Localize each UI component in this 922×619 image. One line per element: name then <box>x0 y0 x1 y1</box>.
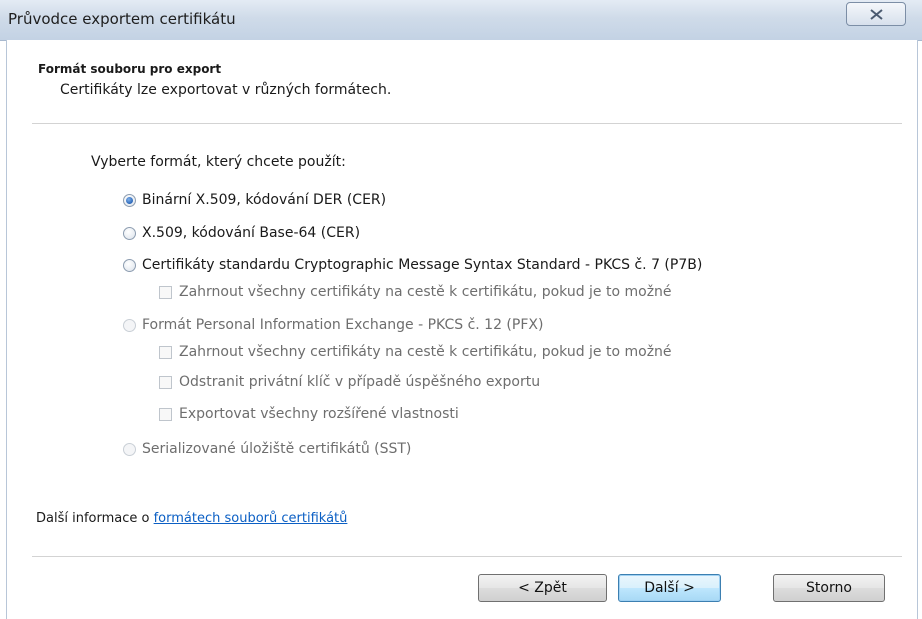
option-sst-label: Serializované úložiště certifikátů (SST) <box>142 441 412 457</box>
radio-p7b[interactable] <box>123 258 136 272</box>
check-pfx-include-all-box[interactable] <box>159 345 172 359</box>
header-divider <box>32 123 902 124</box>
check-pfx-delete-key-box[interactable] <box>159 375 172 389</box>
pfx-delete-key-label: Odstranit privátní klíč v případě úspěšn… <box>179 374 541 390</box>
window-title: Průvodce exportem certifikátu <box>8 10 236 28</box>
option-der[interactable]: Binární X.509, kódování DER (CER) <box>123 192 386 208</box>
footer-divider <box>32 556 902 557</box>
format-prompt: Vyberte formát, který chcete použít: <box>91 154 346 170</box>
cancel-button[interactable]: Storno <box>773 574 885 602</box>
option-p7b-label: Certifikáty standardu Cryptographic Mess… <box>142 257 703 273</box>
check-p7b-include-all-box[interactable] <box>159 285 172 299</box>
option-pfx[interactable]: Formát Personal Information Exchange - P… <box>123 317 543 333</box>
close-icon <box>870 9 883 20</box>
close-button[interactable] <box>846 2 906 26</box>
more-info-text: Další informace o <box>36 511 154 526</box>
title-bar[interactable]: Průvodce exportem certifikátu <box>0 0 922 41</box>
pfx-include-all-label: Zahrnout všechny certifikáty na cestě k … <box>179 344 672 360</box>
radio-pfx[interactable] <box>123 318 136 332</box>
checkbox-p7b-include-all[interactable]: Zahrnout všechny certifikáty na cestě k … <box>159 284 672 300</box>
option-base64[interactable]: X.509, kódování Base-64 (CER) <box>123 225 360 241</box>
checkbox-pfx-delete-key[interactable]: Odstranit privátní klíč v případě úspěšn… <box>159 374 540 390</box>
formats-help-link[interactable]: formátech souborů certifikátů <box>154 511 348 526</box>
next-button[interactable]: Další > <box>618 574 721 602</box>
option-pfx-label: Formát Personal Information Exchange - P… <box>142 317 544 333</box>
radio-sst[interactable] <box>123 442 136 456</box>
check-pfx-export-props-box[interactable] <box>159 407 172 421</box>
checkbox-pfx-export-props[interactable]: Exportovat všechny rozšířené vlastnosti <box>159 406 459 422</box>
radio-der[interactable] <box>123 193 136 207</box>
page-subheading: Certifikáty lze exportovat v různých for… <box>60 82 392 98</box>
pfx-export-props-label: Exportovat všechny rozšířené vlastnosti <box>179 406 459 422</box>
option-der-label: Binární X.509, kódování DER (CER) <box>142 192 387 208</box>
option-p7b[interactable]: Certifikáty standardu Cryptographic Mess… <box>123 257 702 273</box>
p7b-include-all-label: Zahrnout všechny certifikáty na cestě k … <box>179 284 672 300</box>
option-base64-label: X.509, kódování Base-64 (CER) <box>142 225 361 241</box>
option-sst[interactable]: Serializované úložiště certifikátů (SST) <box>123 441 411 457</box>
page-heading: Formát souboru pro export <box>38 62 222 76</box>
radio-base64[interactable] <box>123 226 136 240</box>
back-button[interactable]: < Zpět <box>478 574 607 602</box>
more-info: Další informace o formátech souborů cert… <box>36 511 347 526</box>
export-wizard-window: Průvodce exportem certifikátu Formát sou… <box>0 0 922 619</box>
checkbox-pfx-include-all[interactable]: Zahrnout všechny certifikáty na cestě k … <box>159 344 672 360</box>
